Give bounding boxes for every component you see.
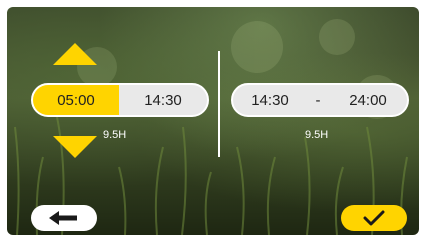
left-end-time[interactable]: 14:30 xyxy=(119,85,207,115)
left-duration-label: 9.5H xyxy=(103,129,127,141)
back-button[interactable] xyxy=(31,205,97,231)
right-range-separator: - xyxy=(315,91,321,109)
range-divider xyxy=(218,51,220,157)
left-separator-text: - xyxy=(115,83,120,92)
right-start-time[interactable]: 14:30 xyxy=(233,85,307,115)
decrement-time-button[interactable] xyxy=(53,136,97,158)
left-start-time[interactable]: 05:00 xyxy=(33,85,119,115)
checkmark-icon xyxy=(363,210,385,226)
right-time-range: 14:30 - 24:00 xyxy=(231,83,409,117)
right-end-time[interactable]: 24:00 xyxy=(329,85,407,115)
time-range-screen: 05:00 - 14:30 9.5H 14:30 - 24:00 9.5H xyxy=(7,7,419,235)
confirm-button[interactable] xyxy=(341,205,407,231)
right-duration-label: 9.5H xyxy=(305,129,329,141)
increment-time-button[interactable] xyxy=(53,43,97,65)
grass-background xyxy=(14,19,408,235)
arrow-left-icon xyxy=(49,211,77,225)
left-time-range: 05:00 - 14:30 xyxy=(31,83,209,117)
